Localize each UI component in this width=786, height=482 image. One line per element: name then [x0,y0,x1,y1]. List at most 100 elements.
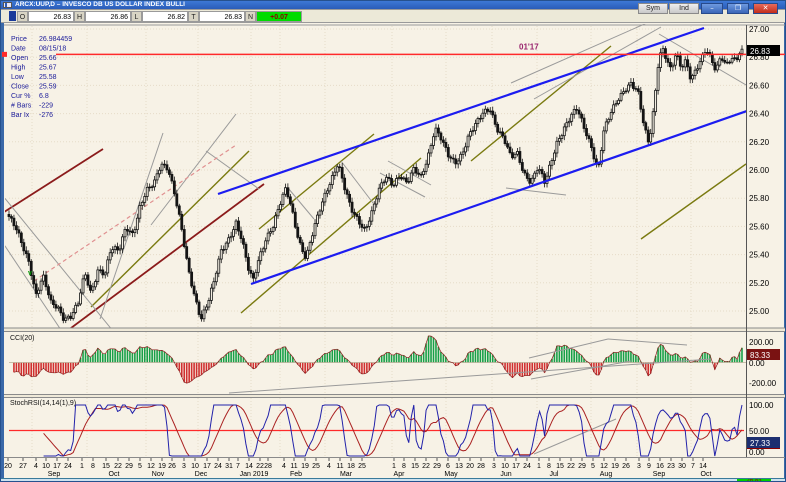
week-tick-52: 19 [611,463,619,470]
ind-button[interactable]: Ind [669,3,699,14]
chart-canvas[interactable]: 01'17vPrice26.984459Date08/15/18Open25.6… [1,23,786,478]
info-value-5: 25.59 [39,84,57,91]
week-tick-12: 12 [147,463,155,470]
week-tick-33: 8 [402,463,406,470]
week-tick-13: 19 [158,463,166,470]
info-value-2: 25.66 [39,55,57,62]
week-tick-6: 1 [80,463,84,470]
info-value-6: 6.8 [39,93,49,100]
window-title: ARCX:UUP,D – INVESCO DB US DOLLAR INDEX … [15,1,185,8]
info-label-0: Price [11,36,27,43]
week-tick-9: 22 [114,463,122,470]
week-tick-34: 15 [411,463,419,470]
price-tick-26.20: 26.20 [749,138,770,147]
week-tick-18: 24 [214,463,222,470]
quote-value-L: 26.82 [142,11,188,22]
price-tick-25.60: 25.60 [749,222,770,231]
window-left-edge [1,23,4,478]
stoch-tick-100: 100.00 [749,401,774,410]
info-label-4: Low [11,74,25,81]
week-tick-39: 20 [466,463,474,470]
week-tick-29: 11 [336,463,343,470]
panel-separator-0 [4,328,786,332]
week-tick-31: 25 [358,463,366,470]
last-price-value: 26.83 [750,47,771,56]
week-tick-15: 3 [182,463,186,470]
close-button[interactable]: ✕ [753,3,778,14]
stoch-tick-50: 50.00 [749,427,770,436]
quote-value-H: 26.86 [85,11,131,22]
week-tick-49: 29 [578,463,586,470]
week-tick-20: 7 [236,463,240,470]
chart-window: ARCX:UUP,D – INVESCO DB US DOLLAR INDEX … [0,0,786,482]
restore-button[interactable]: ❐ [727,3,749,14]
info-label-5: Close [11,84,29,91]
price-tick-26.60: 26.60 [749,81,770,90]
week-tick-54: 3 [637,463,641,470]
week-tick-21: 14 [245,463,253,470]
week-tick-7: 8 [91,463,95,470]
week-tick-58: 30 [678,463,686,470]
week-tick-0: 20 [4,463,12,470]
info-label-2: Open [11,55,28,62]
week-tick-19: 31 [225,463,233,470]
minimize-button[interactable]: – [701,3,723,14]
week-tick-24: 4 [282,463,286,470]
week-tick-11: 5 [138,463,142,470]
week-tick-3: 10 [42,463,50,470]
quote-value-T: 26.83 [199,11,245,22]
week-tick-35: 22 [422,463,430,470]
month-label-3: Dec [195,471,208,478]
month-label-1: Oct [109,471,120,478]
info-value-3: 25.67 [39,65,57,72]
info-label-8: Bar Ix [11,112,30,119]
quote-value-N: +0.07 [256,11,302,22]
week-tick-51: 12 [600,463,608,470]
price-tick-27.00: 27.00 [749,25,770,34]
resistance-label: 01'17 [519,42,539,51]
quote-bar-marker [9,11,16,21]
month-label-5: Feb [290,471,302,478]
week-tick-16: 10 [191,463,199,470]
cci-tick-0: 0.00 [749,359,765,368]
week-tick-37: 6 [446,463,450,470]
week-tick-5: 24 [64,463,72,470]
info-label-3: High [11,65,26,72]
week-tick-45: 1 [537,463,541,470]
price-tick-25.40: 25.40 [749,251,770,260]
week-tick-2: 4 [34,463,38,470]
month-label-10: Jul [550,471,559,478]
sym-button[interactable]: Sym [638,3,668,14]
week-tick-36: 29 [433,463,441,470]
week-tick-38: 13 [455,463,463,470]
cci-current-value: 83.33 [750,351,771,360]
quote-label-O: O [17,11,28,22]
month-label-6: Mar [340,471,353,478]
month-label-12: Sep [653,471,666,478]
info-value-0: 26.984459 [39,36,72,43]
quote-label-H: H [74,11,85,22]
app-icon [3,2,12,8]
price-tick-26.40: 26.40 [749,110,770,119]
week-tick-55: 9 [647,463,651,470]
week-tick-4: 17 [53,463,61,470]
week-tick-17: 17 [203,463,211,470]
week-tick-48: 22 [567,463,575,470]
price-tick-25.20: 25.20 [749,279,770,288]
month-label-13: Oct [701,471,712,478]
info-label-6: Cur % [11,93,30,100]
week-tick-42: 10 [501,463,509,470]
week-tick-28: 4 [327,463,331,470]
month-label-7: Apr [394,471,406,478]
month-label-8: May [444,471,458,478]
week-tick-53: 26 [622,463,630,470]
info-label-7: # Bars [11,103,32,110]
week-tick-14: 26 [168,463,176,470]
week-tick-56: 16 [656,463,664,470]
month-label-4: Jan 2019 [240,471,269,478]
week-tick-23: 28 [264,463,272,470]
price-tick-26.00: 26.00 [749,166,770,175]
quote-label-N: N [245,11,256,22]
stochrsi-label: StochRSI(14,14(1),9) [10,400,76,407]
week-tick-8: 15 [102,463,110,470]
